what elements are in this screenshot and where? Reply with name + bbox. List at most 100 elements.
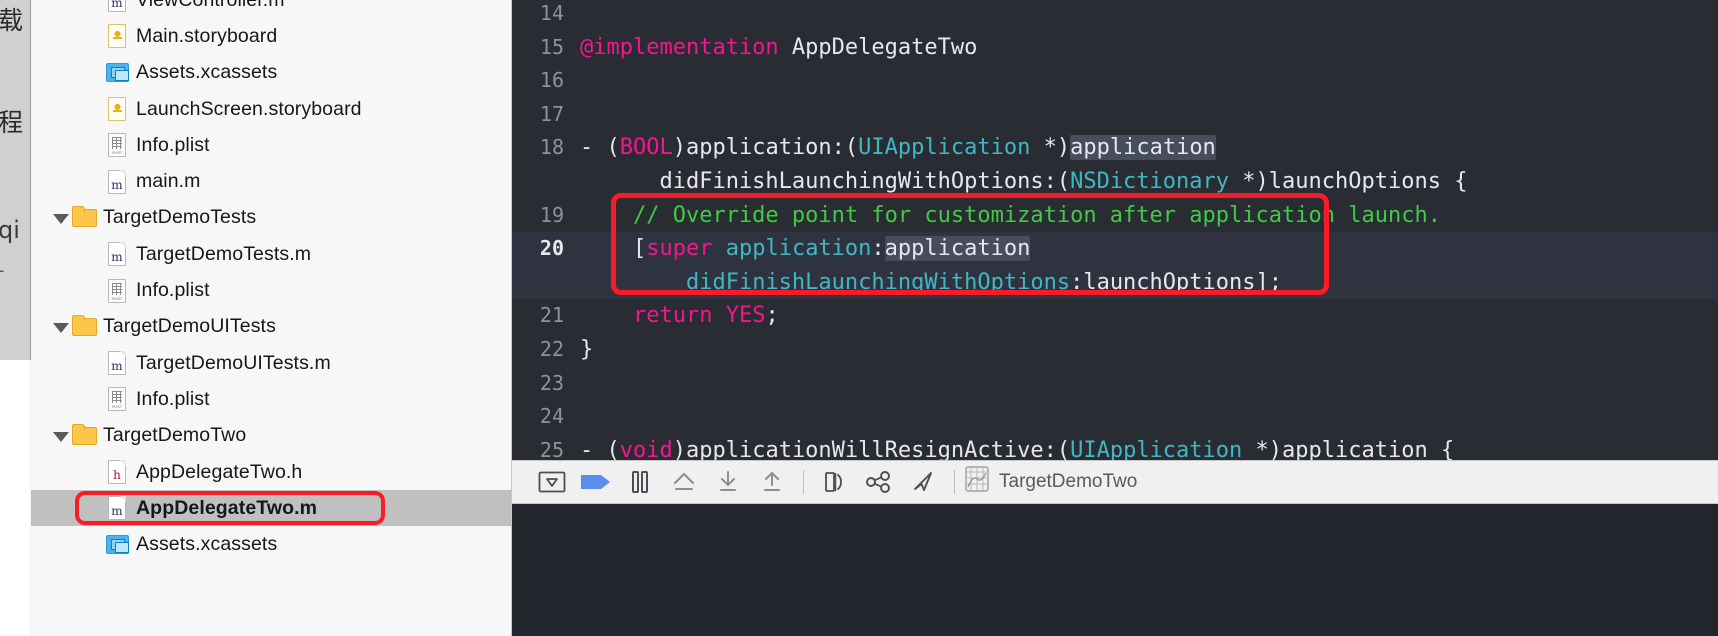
grid-icon bbox=[964, 465, 990, 499]
line-number: 20 bbox=[539, 236, 564, 261]
folder-icon bbox=[72, 422, 97, 450]
line-number: 17 bbox=[539, 101, 564, 126]
code-token: UIApplication bbox=[858, 135, 1031, 161]
code-line[interactable]: 20 [super application:application bbox=[512, 232, 1718, 266]
hide-debug-area-icon[interactable] bbox=[530, 460, 574, 504]
line-number: 19 bbox=[539, 202, 564, 227]
continue-execution-icon[interactable] bbox=[574, 460, 618, 504]
code-line[interactable]: 24 bbox=[512, 400, 1718, 434]
plist-icon bbox=[105, 385, 129, 413]
nav-item-targetdemouitests[interactable]: TargetDemoUITests bbox=[31, 309, 511, 345]
debug-scheme-indicator[interactable]: TargetDemoTwo bbox=[964, 465, 1137, 499]
nav-item-info-plist[interactable]: Info.plist bbox=[31, 272, 511, 308]
nav-item-viewcontroller-m[interactable]: m ViewController.m bbox=[31, 0, 511, 18]
background-window-sliver[interactable]: 载 程 qi - bbox=[0, 0, 31, 360]
step-into-icon[interactable] bbox=[706, 460, 750, 504]
code-line[interactable]: didFinishLaunchingWithOptions:(NSDiction… bbox=[512, 165, 1718, 199]
background-char-4: - bbox=[0, 262, 4, 280]
code-line[interactable]: 14 bbox=[512, 0, 1718, 31]
code-token: BOOL bbox=[619, 135, 673, 161]
line-number: 18 bbox=[539, 135, 564, 160]
code-token: *) bbox=[1030, 135, 1071, 161]
nav-item-launchscreen-storyboard[interactable]: LaunchScreen.storyboard bbox=[31, 91, 511, 127]
line-number: 14 bbox=[539, 1, 564, 25]
disclosure-triangle-icon[interactable] bbox=[51, 430, 69, 442]
nav-item-label: TargetDemoTests bbox=[103, 206, 257, 229]
background-char-3: qi bbox=[0, 216, 20, 244]
code-token: *)launchOptions { bbox=[1229, 169, 1468, 194]
disclosure-triangle-icon[interactable] bbox=[51, 212, 69, 224]
code-token: - ( bbox=[580, 437, 620, 460]
nav-item-targetdemouitests-m[interactable]: m TargetDemoUITests.m bbox=[31, 345, 511, 381]
code-line[interactable]: 19 // Override point for customization a… bbox=[512, 199, 1718, 233]
code-line[interactable]: 23 bbox=[512, 367, 1718, 401]
code-text: didFinishLaunchingWithOptions:(NSDiction… bbox=[580, 165, 1467, 199]
simulate-location-icon[interactable] bbox=[901, 460, 945, 504]
nav-item-label: main.m bbox=[136, 170, 201, 193]
xcode-window: 载 程 qi - m ViewController.m Main.storyboar… bbox=[0, 0, 1718, 636]
code-line[interactable]: 25 - (void)applicationWillResignActive:(U… bbox=[512, 434, 1718, 460]
folder-icon bbox=[72, 313, 97, 341]
line-number: 23 bbox=[539, 370, 564, 395]
code-token: return bbox=[632, 303, 713, 329]
nav-item-main-storyboard[interactable]: Main.storyboard bbox=[31, 18, 511, 54]
step-out-icon[interactable] bbox=[750, 460, 794, 504]
nav-item-info-plist[interactable]: Info.plist bbox=[31, 381, 511, 417]
objc-source-icon: m bbox=[105, 168, 129, 196]
background-window-lower-area bbox=[0, 360, 30, 636]
code-text: } bbox=[580, 333, 593, 367]
nav-item-assets-xcassets[interactable]: Assets.xcassets bbox=[31, 527, 511, 563]
nav-item-label: TargetDemoUITests bbox=[103, 315, 276, 338]
nav-item-info-plist[interactable]: Info.plist bbox=[31, 127, 511, 163]
line-number: 21 bbox=[539, 303, 564, 328]
code-text: - (BOOL)application:(UIApplication *)app… bbox=[580, 131, 1216, 165]
code-token: didFinishLaunchingWithOptions bbox=[685, 269, 1071, 295]
code-token: )applicationWillResignActive:( bbox=[672, 437, 1071, 460]
background-char-2: 程 bbox=[0, 108, 24, 137]
code-token: [ bbox=[580, 236, 647, 262]
code-token: void bbox=[619, 437, 673, 460]
step-over-icon[interactable] bbox=[662, 460, 706, 504]
debug-memory-graph-icon[interactable] bbox=[857, 460, 901, 504]
nav-item-targetdemotests-m[interactable]: m TargetDemoTests.m bbox=[31, 236, 511, 272]
nav-item-targetdemotwo[interactable]: TargetDemoTwo bbox=[31, 418, 511, 454]
debug-bar[interactable]: TargetDemoTwo bbox=[512, 460, 1718, 504]
code-token: :launchOptions]; bbox=[1070, 269, 1282, 295]
nav-item-main-m[interactable]: m main.m bbox=[31, 164, 511, 200]
code-line[interactable]: 16 bbox=[512, 64, 1718, 98]
nav-item-label: Info.plist bbox=[136, 387, 210, 410]
nav-item-appdelegatetwo-h[interactable]: h AppDelegateTwo.h bbox=[31, 454, 511, 490]
source-editor[interactable]: 14 15 @implementation AppDelegateTwo 16 17 18… bbox=[512, 0, 1718, 460]
nav-item-label: Info.plist bbox=[136, 133, 210, 156]
project-navigator[interactable]: m ViewController.m Main.storyboard Assets.x… bbox=[31, 0, 512, 636]
pause-icon[interactable] bbox=[618, 460, 662, 504]
nav-item-targetdemotests[interactable]: TargetDemoTests bbox=[31, 200, 511, 236]
folder-icon bbox=[72, 204, 97, 232]
code-token: AppDelegateTwo bbox=[791, 34, 978, 60]
code-text: // Override point for customization afte… bbox=[580, 199, 1441, 233]
code-text: return YES; bbox=[580, 299, 779, 333]
code-token: didFinishLaunchingWithOptions:( bbox=[580, 169, 1071, 194]
code-line[interactable]: 15 @implementation AppDelegateTwo bbox=[512, 31, 1718, 65]
code-line[interactable]: 22} bbox=[512, 333, 1718, 367]
code-text: [super application:application bbox=[580, 232, 1031, 266]
code-line[interactable]: didFinishLaunchingWithOptions:launchOpti… bbox=[512, 265, 1718, 300]
code-line[interactable]: 17 bbox=[512, 98, 1718, 132]
line-number: 16 bbox=[539, 68, 564, 93]
code-token: UIApplication bbox=[1070, 437, 1243, 460]
code-text: @implementation AppDelegateTwo bbox=[580, 31, 977, 65]
nav-item-assets-xcassets[interactable]: Assets.xcassets bbox=[31, 55, 511, 91]
nav-item-label: ViewController.m bbox=[136, 0, 285, 12]
debug-view-hierarchy-icon[interactable] bbox=[813, 460, 857, 504]
code-token: YES bbox=[725, 303, 766, 329]
code-token: *)application { bbox=[1242, 437, 1455, 460]
nav-item-label: TargetDemoUITests.m bbox=[136, 351, 331, 374]
objc-source-icon: m bbox=[105, 240, 129, 268]
nav-item-appdelegatetwo-m[interactable]: m AppDelegateTwo.m bbox=[31, 490, 511, 527]
disclosure-triangle-icon[interactable] bbox=[51, 321, 69, 333]
objc-source-icon: m bbox=[105, 349, 129, 377]
code-line[interactable]: 18 - (BOOL)application:(UIApplication *)a… bbox=[512, 131, 1718, 165]
code-line[interactable]: 21 return YES; bbox=[512, 299, 1718, 333]
debug-bar-separator-2 bbox=[954, 470, 955, 494]
